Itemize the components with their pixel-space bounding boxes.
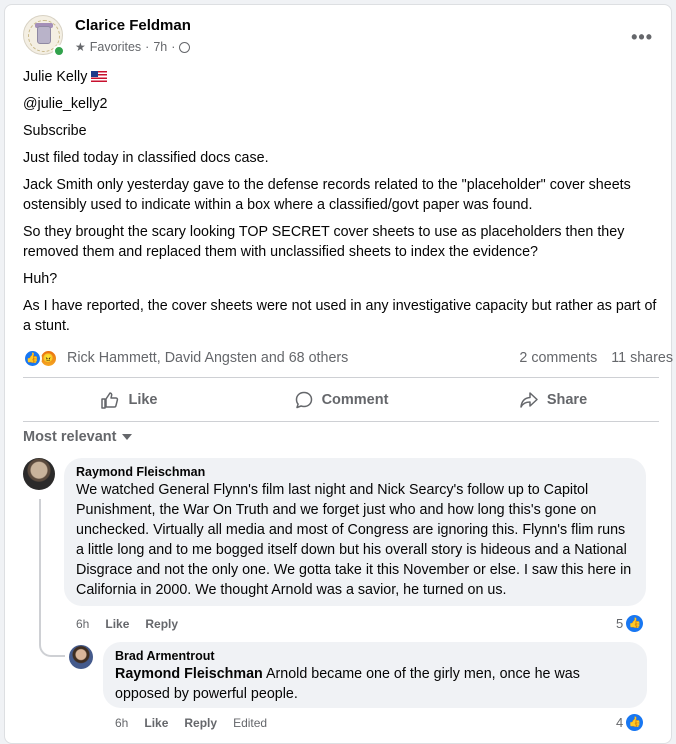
post-paragraph: So they brought the scary looking TOP SE…	[23, 224, 625, 260]
reply-meta: 6h Like Reply Edited	[115, 716, 267, 730]
thread-line	[39, 499, 41, 629]
divider	[23, 421, 659, 422]
reply-like-button[interactable]: Like	[144, 716, 168, 730]
comment-time[interactable]: 6h	[76, 617, 89, 631]
post-paragraph: @julie_kelly2	[23, 96, 108, 112]
share-button[interactable]: Share	[447, 379, 659, 421]
post-actions: Like Comment Share	[23, 379, 659, 421]
post-paragraph: Just filed today in classified docs case…	[23, 150, 269, 166]
reply-edited-label: Edited	[233, 716, 268, 730]
globe-icon	[179, 41, 191, 53]
post-author-name[interactable]: Clarice Feldman	[75, 17, 191, 34]
like-reaction-icon: 👍	[23, 349, 42, 368]
like-reaction-icon: 👍	[626, 615, 644, 632]
post-paragraph: Julie Kelly	[23, 67, 659, 87]
post-header: Clarice Feldman ★ Favorites · 7h · •••	[23, 15, 663, 61]
reaction-names[interactable]: Rick Hammett, David Angsten and 68 other…	[67, 350, 348, 366]
reply-avatar[interactable]	[69, 645, 93, 669]
reply-time[interactable]: 6h	[115, 716, 128, 730]
share-label: Share	[546, 392, 588, 408]
like-reaction-icon: 👍	[626, 714, 644, 731]
online-status-dot	[53, 45, 65, 57]
reply-bubble: Brad Armentrout Raymond Fleischman Arnol…	[103, 642, 647, 708]
post-paragraph: Huh?	[23, 271, 58, 287]
comment-label: Comment	[321, 392, 389, 408]
meta-separator: ·	[145, 40, 150, 54]
star-icon: ★	[75, 40, 86, 54]
reaction-icons[interactable]: 😠 👍	[23, 349, 63, 369]
like-label: Like	[128, 392, 158, 408]
comment-like-button[interactable]: Like	[105, 617, 129, 631]
audience-label[interactable]: Favorites	[90, 40, 141, 54]
us-flag-icon	[91, 71, 108, 82]
post-meta: ★ Favorites · 7h ·	[75, 40, 191, 54]
reply-author-name[interactable]: Brad Armentrout	[115, 649, 635, 663]
reply-text: Raymond Fleischman Arnold became one of …	[115, 664, 635, 704]
comment-text: We watched General Flynn's film last nig…	[76, 482, 632, 598]
comment-reply-button[interactable]: Reply	[145, 617, 178, 631]
more-options-icon[interactable]: •••	[631, 27, 653, 48]
commenter-avatar[interactable]	[23, 458, 55, 490]
reply-reply-button[interactable]: Reply	[184, 716, 217, 730]
avatar-can	[37, 26, 51, 44]
thread-connector	[39, 625, 65, 657]
share-count[interactable]: 11 shares	[611, 350, 673, 366]
reaction-summary: 😠 👍 Rick Hammett, David Angsten and 68 o…	[23, 347, 673, 371]
comment-sort-dropdown[interactable]: Most relevant	[23, 429, 133, 445]
sort-label: Most relevant	[23, 429, 117, 445]
post-paragraph: As I have reported, the cover sheets wer…	[23, 298, 657, 334]
reply-reaction-count: 4	[616, 715, 624, 730]
comment-reaction-count: 5	[616, 616, 624, 631]
divider	[23, 377, 659, 378]
comment-count[interactable]: 2 comments	[519, 350, 597, 366]
meta-separator: ·	[171, 40, 176, 54]
post-card: Clarice Feldman ★ Favorites · 7h · ••• J…	[4, 4, 673, 744]
comment-reactions[interactable]: 5 👍	[616, 615, 644, 632]
comment-icon	[295, 391, 312, 409]
comment-button[interactable]: Comment	[235, 379, 447, 421]
thumbs-up-icon	[101, 392, 119, 409]
post-body: Julie Kelly @julie_kelly2 Subscribe Just…	[23, 67, 659, 343]
reply-reactions[interactable]: 4 👍	[616, 714, 644, 731]
chevron-down-icon	[122, 434, 133, 440]
engagement-counts: 2 comments 11 shares	[519, 350, 673, 366]
post-time[interactable]: 7h	[153, 40, 167, 54]
comment-meta: 6h Like Reply	[76, 617, 178, 631]
post-paragraph: Subscribe	[23, 123, 87, 139]
post-paragraph: Jack Smith only yesterday gave to the de…	[23, 177, 631, 213]
like-button[interactable]: Like	[23, 379, 235, 421]
share-icon	[520, 392, 538, 408]
comment-bubble: Raymond Fleischman We watched General Fl…	[64, 458, 646, 606]
commenter-name[interactable]: Raymond Fleischman	[76, 465, 634, 479]
reply-mention[interactable]: Raymond Fleischman	[115, 666, 263, 682]
